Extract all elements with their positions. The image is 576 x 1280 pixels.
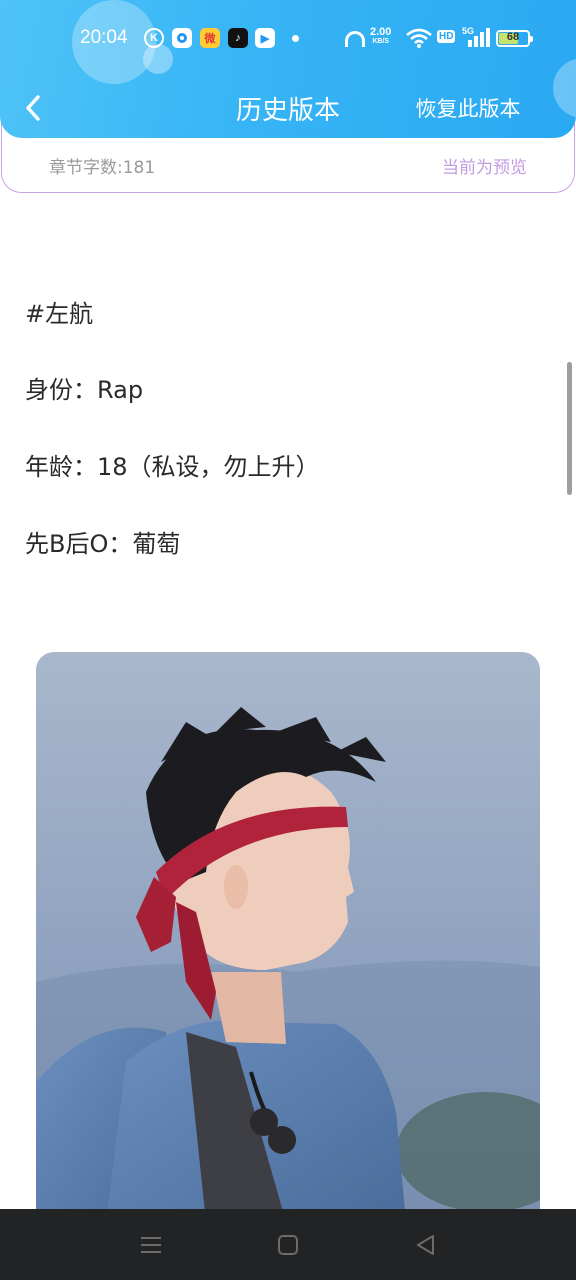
portrait-photo <box>36 652 540 1222</box>
net-speed: 2.00 KB/S <box>370 27 391 47</box>
home-icon[interactable] <box>274 1231 302 1259</box>
chevron-left-icon[interactable] <box>14 88 54 128</box>
headphone-icon <box>345 31 365 47</box>
restore-version-button[interactable]: 恢复此版本 <box>404 93 532 123</box>
content-line: 先B后O：葡萄 <box>25 530 181 558</box>
content-line: 身份：Rap <box>25 376 144 404</box>
k-app-icon: K <box>144 28 164 48</box>
page-title: 历史版本 <box>235 96 340 126</box>
content-line: 年龄：18（私设，勿上升） <box>25 453 320 481</box>
wifi-icon <box>406 28 432 48</box>
status-time: 20:04 <box>80 27 128 48</box>
video-app-icon: ▶ <box>255 28 275 48</box>
signal-icon <box>466 28 490 47</box>
status-bar: 20:04 K 微 ♪ ▶ 2.00 KB/S HD 5G 68 <box>0 0 576 78</box>
hd-icon: HD <box>437 30 456 43</box>
word-count: 章节字数:181 <box>49 158 156 178</box>
preview-status: 当前为预览 <box>442 158 527 178</box>
weibo-icon: 微 <box>200 28 220 48</box>
menu-icon[interactable] <box>137 1231 165 1259</box>
back-icon[interactable] <box>412 1231 440 1259</box>
content-line: #左航 <box>25 300 94 328</box>
scrollbar-thumb[interactable] <box>567 362 572 495</box>
notification-dot <box>292 35 299 42</box>
battery-icon: 68 <box>496 30 533 47</box>
net-speed-unit: KB/S <box>372 38 390 45</box>
qq-browser-icon <box>172 28 192 48</box>
battery-level: 68 <box>506 31 520 43</box>
tiktok-icon: ♪ <box>228 28 248 48</box>
system-nav-bar <box>0 1209 576 1280</box>
